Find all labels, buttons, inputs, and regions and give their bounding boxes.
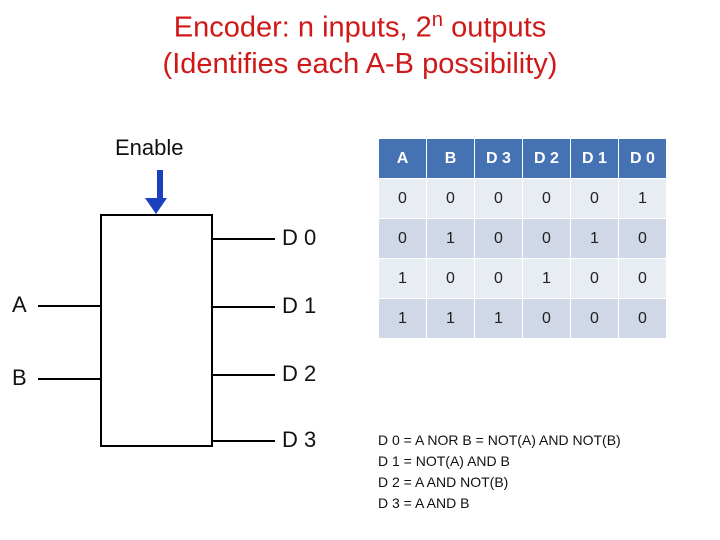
table-row: 1 0 0 1 0 0	[379, 259, 667, 299]
wire-D1	[213, 306, 275, 308]
cell: 0	[379, 219, 427, 259]
encoder-diagram: Enable A B D 0 D 1 D 2 D 3	[20, 130, 350, 510]
th-A: A	[379, 139, 427, 179]
arrow-down-icon	[153, 170, 167, 214]
slide-title: Encoder: n inputs, 2n outputs (Identifie…	[0, 0, 720, 82]
wire-D0	[213, 238, 275, 240]
boolean-equations: D 0 = A NOR B = NOT(A) AND NOT(B) D 1 = …	[378, 430, 621, 514]
title-line1-a: Encoder: n inputs, 2	[174, 12, 432, 44]
cell: 0	[619, 259, 667, 299]
eq-d3: D 3 = A AND B	[378, 493, 621, 514]
th-D1: D 1	[571, 139, 619, 179]
cell: 0	[475, 179, 523, 219]
eq-d1: D 1 = NOT(A) AND B	[378, 451, 621, 472]
th-D2: D 2	[523, 139, 571, 179]
input-B-label: B	[12, 365, 27, 391]
table-body: 0 0 0 0 0 1 0 1 0 0 1 0 1 0 0 1 0 0 1 1 …	[379, 179, 667, 339]
cell: 0	[523, 299, 571, 339]
cell: 1	[523, 259, 571, 299]
output-D2-label: D 2	[282, 361, 316, 387]
eq-d0: D 0 = A NOR B = NOT(A) AND NOT(B)	[378, 430, 621, 451]
table-row: 1 1 1 0 0 0	[379, 299, 667, 339]
cell: 1	[427, 219, 475, 259]
wire-B	[38, 378, 100, 380]
cell: 1	[619, 179, 667, 219]
cell: 1	[475, 299, 523, 339]
output-D0-label: D 0	[282, 225, 316, 251]
encoder-block	[100, 214, 213, 447]
cell: 0	[571, 259, 619, 299]
th-D0: D 0	[619, 139, 667, 179]
title-line2: (Identifies each A-B possibility)	[163, 48, 558, 80]
cell: 1	[427, 299, 475, 339]
wire-A	[38, 305, 100, 307]
cell: 0	[619, 219, 667, 259]
th-B: B	[427, 139, 475, 179]
truth-table: A B D 3 D 2 D 1 D 0 0 0 0 0 0 1 0 1 0 0 …	[378, 138, 667, 339]
th-D3: D 3	[475, 139, 523, 179]
cell: 0	[475, 259, 523, 299]
cell: 0	[523, 219, 571, 259]
cell: 1	[379, 299, 427, 339]
title-line1-b: outputs	[443, 12, 546, 44]
cell: 0	[619, 299, 667, 339]
table-row: 0 1 0 0 1 0	[379, 219, 667, 259]
cell: 0	[427, 179, 475, 219]
wire-D3	[213, 440, 275, 442]
title-superscript: n	[432, 9, 443, 31]
cell: 0	[571, 299, 619, 339]
cell: 0	[475, 219, 523, 259]
output-D1-label: D 1	[282, 293, 316, 319]
cell: 0	[427, 259, 475, 299]
cell: 1	[571, 219, 619, 259]
table-row: 0 0 0 0 0 1	[379, 179, 667, 219]
wire-D2	[213, 374, 275, 376]
input-A-label: A	[12, 292, 27, 318]
cell: 0	[379, 179, 427, 219]
cell: 1	[379, 259, 427, 299]
eq-d2: D 2 = A AND NOT(B)	[378, 472, 621, 493]
cell: 0	[571, 179, 619, 219]
table-header-row: A B D 3 D 2 D 1 D 0	[379, 139, 667, 179]
cell: 0	[523, 179, 571, 219]
enable-label: Enable	[115, 135, 184, 161]
output-D3-label: D 3	[282, 427, 316, 453]
